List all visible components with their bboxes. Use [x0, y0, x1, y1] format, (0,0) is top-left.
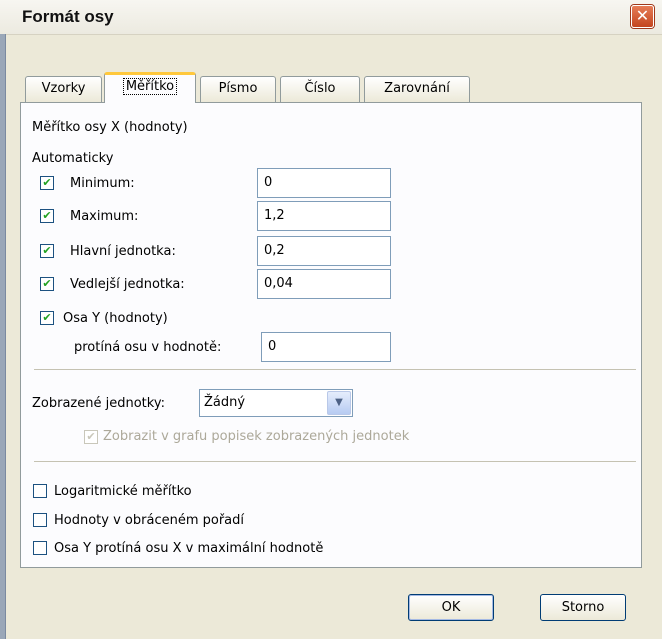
- window-title: Formát osy: [22, 7, 114, 26]
- cross-at-max-checkbox[interactable]: [33, 541, 47, 555]
- minor-unit-label: Vedlejší jednotka:: [70, 277, 185, 292]
- checkmark-icon: ✔: [42, 244, 52, 257]
- checkmark-icon: ✔: [86, 430, 96, 443]
- divider: [34, 461, 636, 462]
- close-icon: ✕: [635, 6, 650, 25]
- log-scale-checkbox[interactable]: [33, 484, 47, 498]
- maximum-checkbox[interactable]: ✔: [40, 209, 54, 223]
- reverse-order-label: Hodnoty v obráceném pořadí: [54, 513, 244, 528]
- minor-unit-field[interactable]: 0,04: [257, 269, 391, 299]
- cross-value-label: protíná osu v hodnotě:: [74, 340, 222, 355]
- checkmark-icon: ✔: [42, 311, 52, 324]
- show-units-label-checkbox[interactable]: ✔: [84, 430, 98, 444]
- checkmark-icon: ✔: [42, 176, 52, 189]
- major-unit-label: Hlavní jednotka:: [70, 244, 176, 259]
- tab-label: Měřítko: [122, 78, 178, 95]
- cancel-button[interactable]: Storno: [540, 594, 626, 621]
- tab-zarovnani[interactable]: Zarovnání: [364, 76, 470, 102]
- format-axis-dialog: Formát osy ✕ Vzorky Měřítko Písmo Číslo …: [0, 0, 662, 639]
- maximum-label: Maximum:: [70, 209, 139, 224]
- chevron-down-icon: ▼: [335, 397, 343, 408]
- major-unit-field[interactable]: 0,2: [257, 236, 391, 266]
- major-unit-checkbox[interactable]: ✔: [40, 244, 54, 258]
- tab-label: Zarovnání: [384, 81, 450, 96]
- display-units-label: Zobrazené jednotky:: [32, 396, 165, 411]
- minimum-label: Minimum:: [70, 176, 135, 191]
- reverse-order-checkbox[interactable]: [33, 513, 47, 527]
- close-button[interactable]: ✕: [631, 5, 654, 28]
- title-bar[interactable]: Formát osy ✕: [0, 0, 662, 35]
- show-units-label-text: Zobrazit v grafu popisek zobrazených jed…: [103, 429, 410, 444]
- scale-heading: Měřítko osy X (hodnoty): [32, 120, 188, 135]
- tab-label: Vzorky: [41, 81, 86, 96]
- tab-cislo[interactable]: Číslo: [280, 76, 360, 102]
- tab-pismo[interactable]: Písmo: [200, 76, 276, 102]
- cross-axis-label: Osa Y (hodnoty): [63, 311, 168, 326]
- ok-button[interactable]: OK: [408, 594, 494, 621]
- checkmark-icon: ✔: [42, 209, 52, 222]
- auto-label: Automaticky: [32, 151, 114, 166]
- display-units-value: Žádný: [204, 395, 246, 410]
- minimum-checkbox[interactable]: ✔: [40, 176, 54, 190]
- log-scale-label: Logaritmické měřítko: [54, 484, 192, 499]
- tab-meritko[interactable]: Měřítko: [104, 72, 196, 103]
- tab-label: Číslo: [304, 81, 336, 96]
- checkmark-icon: ✔: [42, 277, 52, 290]
- minor-unit-checkbox[interactable]: ✔: [40, 277, 54, 291]
- maximum-field[interactable]: 1,2: [257, 201, 391, 231]
- dropdown-button[interactable]: ▼: [327, 391, 351, 415]
- tab-vzorky[interactable]: Vzorky: [25, 76, 102, 102]
- display-units-select[interactable]: Žádný ▼: [199, 389, 353, 417]
- cross-axis-checkbox[interactable]: ✔: [40, 311, 54, 325]
- tab-label: Písmo: [218, 81, 258, 96]
- cross-value-field[interactable]: 0: [261, 332, 391, 362]
- window-left-edge: [0, 34, 6, 639]
- divider: [34, 369, 636, 370]
- minimum-field[interactable]: 0: [257, 168, 391, 198]
- cross-at-max-label: Osa Y protíná osu X v maximální hodnotě: [54, 541, 324, 556]
